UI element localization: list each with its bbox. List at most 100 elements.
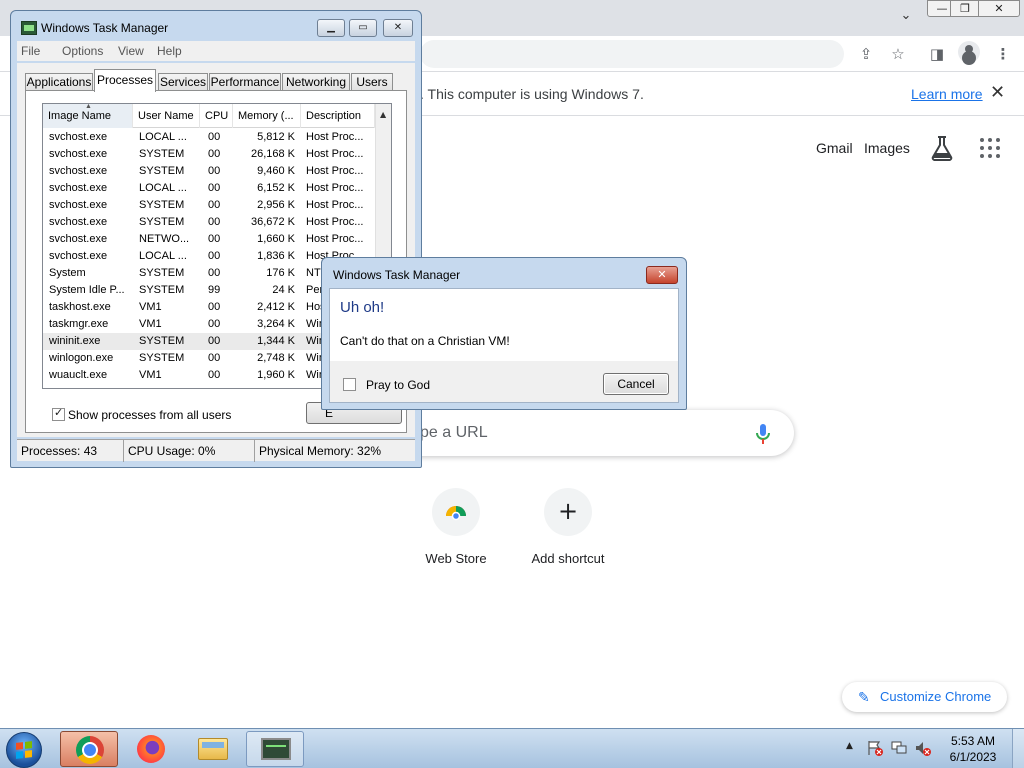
system-clock[interactable]: 5:53 AM 6/1/2023 — [942, 733, 1004, 765]
mic-icon[interactable] — [756, 423, 770, 445]
image-name-cell: taskhost.exe — [49, 301, 111, 313]
table-row[interactable]: svchost.exe SYSTEM 00 36,672 K Host Proc... — [43, 214, 375, 231]
start-button[interactable] — [6, 732, 42, 768]
profile-icon[interactable] — [958, 41, 980, 63]
show-all-users-checkbox[interactable]: Show processes from all users — [52, 406, 232, 422]
table-row[interactable]: svchost.exe LOCAL ... 00 5,812 K Host Proc..… — [43, 129, 375, 146]
search-placeholder: pe a URL — [420, 424, 488, 441]
image-name-cell: taskmgr.exe — [49, 318, 109, 330]
shortcut-add[interactable]: + Add shortcut — [513, 488, 623, 578]
action-center-icon[interactable] — [866, 739, 884, 757]
memory-cell: 1,660 K — [257, 233, 295, 245]
table-row[interactable]: svchost.exe SYSTEM 00 9,460 K Host Proc... — [43, 163, 375, 180]
chrome-close-button[interactable]: ✕ — [978, 0, 1020, 17]
tab-services[interactable]: Services — [158, 73, 208, 91]
table-row[interactable]: svchost.exe LOCAL ... 00 6,152 K Host Proc..… — [43, 180, 375, 197]
clock-time: 5:53 AM — [950, 734, 996, 748]
tab-networking[interactable]: Networking — [282, 73, 350, 91]
memory-cell: 176 K — [266, 267, 295, 279]
labs-icon[interactable] — [930, 135, 954, 161]
column-user-name[interactable]: User Name — [133, 104, 200, 128]
customize-chrome-button[interactable]: ✎ Customize Chrome — [842, 682, 1007, 712]
cpu-cell: 00 — [208, 165, 221, 177]
image-name-cell: svchost.exe — [49, 216, 108, 228]
task-manager-icon — [261, 738, 291, 760]
taskbar-explorer[interactable] — [184, 731, 242, 767]
volume-muted-icon[interactable] — [914, 739, 932, 757]
memory-cell: 9,460 K — [257, 165, 295, 177]
menu-view[interactable]: View — [118, 44, 144, 58]
tab-applications[interactable]: Applications — [25, 73, 93, 91]
column-memory[interactable]: Memory (... — [233, 104, 301, 128]
infobar-close-icon[interactable]: ✕ — [990, 82, 1005, 103]
cpu-cell: 00 — [208, 335, 221, 347]
image-name-cell: winlogon.exe — [49, 352, 114, 364]
menu-options[interactable]: Options — [62, 44, 103, 58]
dialog-message: Can't do that on a Christian VM! — [340, 334, 510, 348]
memory-cell: 2,956 K — [257, 199, 295, 211]
shortcut-web-store[interactable]: Web Store — [401, 488, 511, 578]
description-cell: Host Proc... — [306, 216, 364, 228]
images-link[interactable]: Images — [864, 140, 910, 156]
share-icon[interactable]: ⇪ — [855, 44, 877, 64]
user-name-cell: VM1 — [139, 318, 162, 330]
table-row[interactable]: svchost.exe SYSTEM 00 2,956 K Host Proc... — [43, 197, 375, 214]
show-all-users-label: Show processes from all users — [68, 408, 232, 422]
dialog-close-button[interactable]: ✕ — [646, 266, 678, 284]
memory-cell: 1,836 K — [257, 250, 295, 262]
firefox-icon — [137, 735, 165, 763]
sort-ascending-icon: ▲ — [85, 104, 92, 110]
plus-icon: + — [544, 488, 592, 536]
star-icon[interactable]: ☆ — [887, 44, 909, 64]
address-bar[interactable] — [420, 40, 844, 68]
column-image-name[interactable]: ▲ Image Name — [43, 104, 133, 128]
shortcut-label: Web Store — [425, 551, 487, 566]
column-description[interactable]: Description — [301, 104, 375, 128]
cancel-button[interactable]: Cancel — [603, 373, 669, 395]
chrome-icon — [76, 736, 104, 764]
user-name-cell: SYSTEM — [139, 352, 185, 364]
show-desktop-button[interactable] — [1012, 729, 1024, 768]
taskbar-firefox[interactable] — [122, 731, 180, 767]
close-button[interactable]: ✕ — [383, 19, 413, 37]
cpu-cell: 00 — [208, 216, 221, 228]
status-processes: Processes: 43 — [17, 440, 124, 462]
tab-processes[interactable]: Processes — [94, 69, 156, 92]
apps-icon[interactable] — [980, 138, 1000, 158]
show-hidden-icons-icon[interactable]: ▲ — [846, 741, 853, 751]
table-row[interactable]: svchost.exe NETWO... 00 1,660 K Host Proc... — [43, 231, 375, 248]
task-manager-titlebar[interactable]: Windows Task Manager ▁ ▭ ✕ — [11, 11, 421, 43]
menu-icon[interactable]: ⋮ — [992, 44, 1014, 64]
tab-search-icon[interactable]: ⌄ — [896, 8, 916, 26]
memory-cell: 1,344 K — [257, 335, 295, 347]
gmail-link[interactable]: Gmail — [816, 140, 853, 156]
user-name-cell: LOCAL ... — [139, 131, 187, 143]
memory-cell: 1,960 K — [257, 369, 295, 381]
maximize-button[interactable]: ▭ — [349, 19, 377, 37]
image-name-cell: svchost.exe — [49, 165, 108, 177]
taskbar-chrome[interactable] — [60, 731, 118, 767]
memory-cell: 6,152 K — [257, 182, 295, 194]
taskbar-task-manager[interactable] — [246, 731, 304, 767]
learn-more-link[interactable]: Learn more — [911, 86, 983, 102]
tab-users[interactable]: Users — [351, 73, 393, 91]
tab-performance[interactable]: Performance — [209, 73, 281, 91]
chrome-maximize-button[interactable]: ❐ — [950, 0, 980, 17]
status-cpu: CPU Usage: 0% — [124, 440, 255, 462]
checkbox-icon[interactable] — [343, 378, 356, 391]
user-name-cell: SYSTEM — [139, 335, 185, 347]
description-cell: Host Proc... — [306, 148, 364, 160]
menu-file[interactable]: File — [21, 44, 40, 58]
memory-cell: 5,812 K — [257, 131, 295, 143]
minimize-button[interactable]: ▁ — [317, 19, 345, 37]
pray-checkbox[interactable]: Pray to God — [343, 378, 430, 392]
menu-help[interactable]: Help — [157, 44, 182, 58]
network-icon[interactable] — [890, 739, 908, 757]
user-name-cell: NETWO... — [139, 233, 190, 245]
scroll-up-icon[interactable]: ▲ — [380, 110, 386, 119]
side-panel-icon[interactable]: ◨ — [926, 44, 948, 64]
table-row[interactable]: svchost.exe SYSTEM 00 26,168 K Host Proc... — [43, 146, 375, 163]
cpu-cell: 00 — [208, 148, 221, 160]
column-cpu[interactable]: CPU — [200, 104, 233, 128]
checkbox-icon[interactable] — [52, 406, 65, 421]
